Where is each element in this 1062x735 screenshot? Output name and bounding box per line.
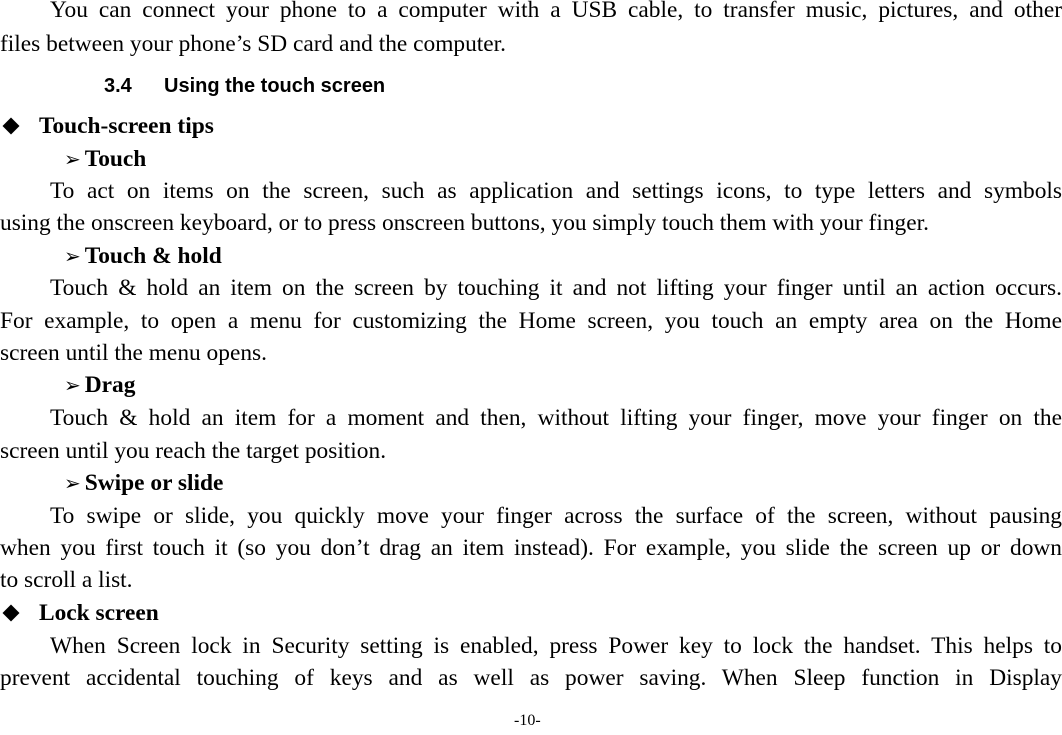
subsection-drag: ➢ Drag xyxy=(64,369,135,401)
bullet-lock-screen: Lock screen xyxy=(0,597,159,629)
subsection-label: Drag xyxy=(84,372,136,398)
bullet-touch-screen-tips: Touch-screen tips xyxy=(0,110,214,142)
arrowhead-bullet-icon: ➢ xyxy=(64,373,81,397)
swipe-line-2: when you first touch it (so you don’t dr… xyxy=(0,535,1062,561)
diamond-bullet-icon xyxy=(2,117,20,135)
subsection-label: Touch xyxy=(84,146,147,172)
lock-line-2: prevent accidental touching of keys and … xyxy=(0,665,1062,691)
drag-line-1: Touch & hold an item for a moment and th… xyxy=(50,405,1062,431)
bullet-label: Lock screen xyxy=(39,600,159,626)
touch-line-2: using the onscreen keyboard, or to press… xyxy=(0,210,929,236)
subsection-swipe-slide: ➢ Swipe or slide xyxy=(64,467,223,499)
section-heading: 3.4 Using the touch screen xyxy=(104,70,385,102)
lock-line-1: When Screen lock in Security setting is … xyxy=(50,633,1062,659)
subsection-label: Swipe or slide xyxy=(84,470,224,496)
drag-line-2: screen until you reach the target positi… xyxy=(0,438,387,464)
section-title: Using the touch screen xyxy=(164,75,386,97)
arrowhead-bullet-icon: ➢ xyxy=(64,471,81,495)
subsection-touch: ➢ Touch xyxy=(64,143,146,175)
bullet-label: Touch-screen tips xyxy=(39,113,214,139)
touch-hold-line-1: Touch & hold an item on the screen by to… xyxy=(50,275,1062,301)
diamond-bullet-icon xyxy=(2,604,20,622)
touch-line-1: To act on items on the screen, such as a… xyxy=(50,178,1062,204)
page-number: -10- xyxy=(514,712,541,729)
arrowhead-bullet-icon: ➢ xyxy=(64,147,81,171)
subsection-label: Touch & hold xyxy=(84,243,222,269)
intro-line-1: You can connect your phone to a computer… xyxy=(50,0,1062,23)
touch-hold-line-3: screen until the menu opens. xyxy=(0,340,267,366)
intro-line-2: files between your phone’s SD card and t… xyxy=(0,31,507,57)
arrowhead-bullet-icon: ➢ xyxy=(64,244,81,268)
section-number: 3.4 xyxy=(104,75,132,97)
swipe-line-1: To swipe or slide, you quickly move your… xyxy=(50,503,1062,529)
touch-hold-line-2: For example, to open a menu for customiz… xyxy=(0,308,1062,334)
subsection-touch-hold: ➢ Touch & hold xyxy=(64,240,222,272)
swipe-line-3: to scroll a list. xyxy=(0,567,133,593)
